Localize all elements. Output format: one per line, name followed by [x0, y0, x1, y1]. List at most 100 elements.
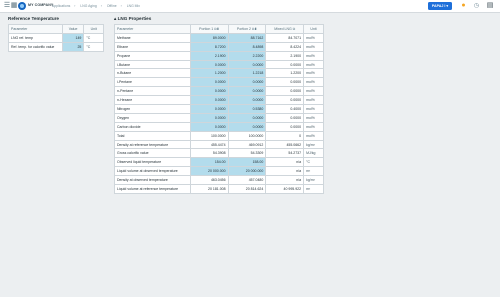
unit-cell: mol%: [303, 130, 324, 141]
unit-cell: m³: [303, 166, 324, 177]
portion-1-cell[interactable]: 20 000.000: [189, 166, 229, 177]
parameter-cell: i-Butane: [114, 59, 191, 70]
document-icon[interactable]: ▤: [486, 2, 494, 10]
portion-2-cell[interactable]: 1.2218: [227, 68, 267, 79]
portion-2-cell[interactable]: 8.4898: [227, 41, 267, 52]
portion-2-cell[interactable]: 0.0000: [227, 121, 267, 132]
unit-cell: mol%: [303, 95, 324, 106]
table-row: i-Butane 0.0000 0.0000 0.0000 mol%: [114, 59, 324, 70]
history-icon[interactable]: ◷: [473, 2, 480, 10]
portion-1-cell[interactable]: 89.0000: [189, 32, 229, 43]
breadcrumb: Applications › LNG Aging › Offline › LNG Mi…: [52, 3, 140, 8]
parameter-cell: Propane: [114, 50, 191, 61]
reference-temperature-title: Reference Temperature: [8, 16, 59, 21]
breadcrumb-item-offline[interactable]: Offline: [107, 4, 117, 8]
unit-cell: mol%: [303, 68, 324, 79]
mixed-lng-cell: 0.0000: [265, 112, 305, 123]
parameter-cell: Methane: [114, 32, 191, 43]
mixed-lng-cell: 0.0000: [265, 95, 305, 106]
mixed-lng-cell: 0.4000: [265, 104, 305, 114]
parameter-cell: Gross calorific value: [114, 148, 191, 159]
portion-2-cell[interactable]: 0.0000: [227, 86, 267, 97]
portion-1-cell[interactable]: 0.0000: [189, 104, 229, 114]
portion-2-cell[interactable]: 0.5380: [227, 104, 267, 114]
table-row: n-Butane 1.2000 1.2218 1.2200 mol%: [114, 68, 324, 79]
mixed-lng-cell: 0.0000: [265, 121, 305, 132]
portion-2-cell[interactable]: 158.00: [227, 157, 267, 168]
lng-properties-title: ▴ LNG Properties: [114, 16, 151, 22]
apps-grid-icon[interactable]: ▦: [10, 2, 18, 10]
value-input[interactable]: 149: [61, 33, 85, 43]
breadcrumb-item-applications[interactable]: Applications: [52, 4, 70, 8]
portion-2-cell[interactable]: 0.0000: [227, 59, 267, 70]
portion-1-cell: 455.4474: [189, 139, 229, 150]
table-header-row: Parameter Value Unit: [8, 24, 104, 34]
table-row: Nitrogen 0.0000 0.5380 0.4000 mol%: [114, 104, 324, 114]
mixed-lng-cell: 1.2200: [265, 68, 305, 79]
unit-cell: mol%: [303, 59, 324, 70]
portion-2-cell[interactable]: 0.0000: [227, 112, 267, 123]
table-row: n-Pentane 0.0000 0.0000 0.0000 mol%: [114, 86, 324, 97]
mixed-lng-cell: n/a: [265, 166, 305, 177]
portion-2-cell: 100.0000: [227, 130, 267, 141]
parameter-cell: Oxygen: [114, 112, 191, 123]
value-input[interactable]: 25: [61, 42, 85, 52]
portion-2-cell[interactable]: 0.0000: [227, 95, 267, 106]
parameter-cell: Carbon dioxide: [114, 121, 191, 132]
table-row: Propane 2.1900 2.2200 2.1900 mol%: [114, 50, 324, 61]
reference-temperature-table: Parameter Value Unit LNG ref. temp 149 °…: [8, 24, 104, 52]
copy-icon[interactable]: ⧉▮: [252, 27, 257, 31]
mixed-lng-cell: 2.1900: [265, 50, 305, 61]
portion-1-cell[interactable]: 0.0000: [189, 121, 229, 132]
notification-icon[interactable]: ●: [460, 2, 467, 10]
portion-1-cell[interactable]: 8.7200: [189, 41, 229, 52]
table-row: Density at observed temperature 463.0456 4…: [114, 175, 324, 186]
mixed-lng-cell: 0: [265, 130, 305, 141]
parameter-cell: Total: [114, 130, 191, 141]
portion-1-cell[interactable]: 0.0000: [189, 59, 229, 70]
portion-1-cell[interactable]: 0.0000: [189, 86, 229, 97]
copy-icon[interactable]: ⧉▮: [214, 27, 219, 31]
portion-1-cell[interactable]: 2.1900: [189, 50, 229, 61]
table-row: Oxygen 0.0000 0.0000 0.0000 mol%: [114, 112, 324, 123]
user-menu-button[interactable]: PAPAJ I ▾: [428, 2, 452, 10]
parameter-cell: Liquid volume at observed temperature: [114, 166, 191, 177]
unit-cell: mol%: [303, 41, 324, 52]
column-header-portion-2: Portion 2⧉▮: [227, 24, 267, 34]
portion-2-cell[interactable]: 20 000.000: [227, 166, 267, 177]
unit-cell: kg/m³: [303, 175, 324, 186]
parameter-cell: n-Hexane: [114, 95, 191, 106]
table-row: Carbon dioxide 0.0000 0.0000 0.0000 mol%: [114, 121, 324, 132]
mixed-lng-cell: 455.0662: [265, 139, 305, 150]
portion-2-cell: 469.0912: [227, 139, 267, 150]
table-row: i-Pentane 0.0000 0.0000 0.0000 mol%: [114, 77, 324, 88]
portion-2-cell[interactable]: 88.7162: [227, 32, 267, 43]
portion-1-cell[interactable]: 1.2000: [189, 68, 229, 79]
mixed-lng-cell: 0.0000: [265, 59, 305, 70]
portion-2-cell[interactable]: 2.2200: [227, 50, 267, 61]
copy-icon[interactable]: ⧉: [293, 27, 295, 31]
mixed-lng-cell: 0.0000: [265, 77, 305, 88]
portion-1-cell[interactable]: 0.0000: [189, 77, 229, 88]
portion-2-cell: 457.0480: [227, 175, 267, 186]
portion-1-cell[interactable]: 154.00: [189, 157, 229, 168]
table-row: n-Hexane 0.0000 0.0000 0.0000 mol%: [114, 95, 324, 106]
portion-1-cell[interactable]: 0.0000: [189, 112, 229, 123]
parameter-cell: Ethane: [114, 41, 191, 52]
unit-cell: kg/m³: [303, 139, 324, 150]
parameter-cell: i-Pentane: [114, 77, 191, 88]
unit-cell: mol%: [303, 50, 324, 61]
column-header: Value: [61, 24, 85, 34]
breadcrumb-item-lng-aging[interactable]: LNG Aging: [80, 4, 96, 8]
portion-1-cell: 100.0000: [189, 130, 229, 141]
column-header: Unit: [83, 24, 104, 34]
portion-1-cell: 463.0456: [189, 175, 229, 186]
mixed-lng-cell: n/a: [265, 157, 305, 168]
portion-2-cell: 20 814.624: [227, 184, 267, 194]
portion-1-cell[interactable]: 0.0000: [189, 95, 229, 106]
portion-2-cell[interactable]: 0.0000: [227, 77, 267, 88]
unit-cell: °C: [303, 157, 324, 168]
parameter-cell: Ref. temp. for calorific value: [8, 42, 63, 52]
column-header-portion-1: Portion 1⧉▮: [189, 24, 229, 34]
unit-cell: mol%: [303, 77, 324, 88]
